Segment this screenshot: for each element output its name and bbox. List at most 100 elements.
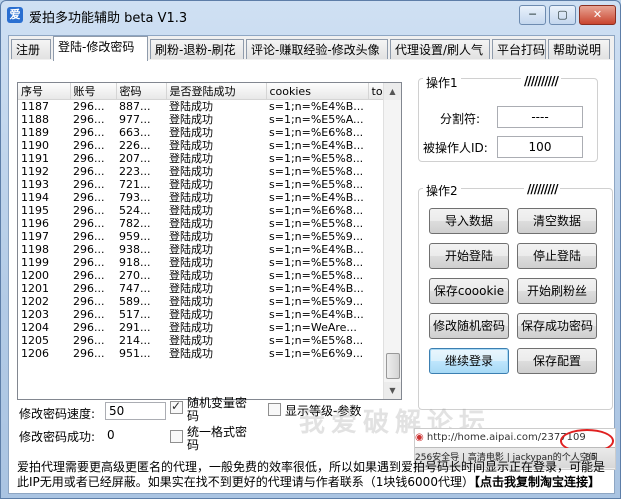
cell-cookies: s=1;n=%E5%8... [269, 269, 364, 282]
import-data-button[interactable]: 导入数据 [429, 208, 509, 234]
change-random-password-button[interactable]: 修改随机密码 [429, 313, 509, 339]
cell-cookies: s=1;n=%E5%8... [269, 217, 364, 230]
clear-data-button[interactable]: 清空数据 [517, 208, 597, 234]
copy-taobao-link[interactable]: 【点击我复制淘宝连接】 [474, 475, 600, 489]
table-row[interactable]: 1194 296... 793... 登陆成功 s=1;n=%E4%B... [18, 191, 398, 204]
cell-cookies: s=1;n=%E5%9... [269, 230, 364, 243]
random-password-checkbox[interactable] [170, 399, 183, 414]
maximize-button[interactable]: ▢ [549, 5, 576, 25]
table-row[interactable]: 1199 296... 918... 登陆成功 s=1;n=%E5%8... [18, 256, 398, 269]
col-header-index[interactable]: 序号 [18, 83, 71, 100]
cell-login-status: 登陆成功 [169, 178, 213, 191]
show-level-checkbox[interactable] [268, 403, 281, 416]
table-row[interactable]: 1201 296... 747... 登陆成功 s=1;n=%E4%B... [18, 282, 398, 295]
stop-login-button[interactable]: 停止登陆 [517, 243, 597, 269]
cell-account: 296... [73, 256, 105, 269]
uniform-password-checkbox[interactable] [170, 430, 183, 443]
tab-captcha[interactable]: 平台打码 [492, 39, 546, 59]
cell-login-status: 登陆成功 [169, 347, 213, 360]
cell-index: 1192 [21, 165, 49, 178]
login-panel: 序号 账号 密码 是否登陆成功 cookies tok 1187 296... 88… [9, 60, 616, 493]
col-header-password[interactable]: 密码 [116, 83, 167, 100]
browser-icon: ◉ [415, 432, 424, 443]
cell-password: 223... [119, 165, 151, 178]
table-row[interactable]: 1203 296... 517... 登陆成功 s=1;n=%E4%B... [18, 308, 398, 321]
cell-cookies: s=1;n=%E6%8... [269, 204, 364, 217]
table-row[interactable]: 1191 296... 207... 登陆成功 s=1;n=%E5%8... [18, 152, 398, 165]
table-row[interactable]: 1205 296... 214... 登陆成功 s=1;n=%E5%8... [18, 334, 398, 347]
cell-cookies: s=1;n=%E6%9... [269, 347, 364, 360]
cell-cookies: s=1;n=%E4%B... [269, 243, 364, 256]
table-row[interactable]: 1192 296... 223... 登陆成功 s=1;n=%E5%8... [18, 165, 398, 178]
table-row[interactable]: 1206 296... 951... 登陆成功 s=1;n=%E6%9... [18, 347, 398, 360]
start-fans-button[interactable]: 开始刷粉丝 [517, 278, 597, 304]
cell-login-status: 登陆成功 [169, 217, 213, 230]
start-login-button[interactable]: 开始登陆 [429, 243, 509, 269]
save-cookie-button[interactable]: 保存coookie [429, 278, 509, 304]
cell-cookies: s=1;n=%E5%8... [269, 165, 364, 178]
tab-comment[interactable]: 评论-赚取经验-修改头像 [246, 39, 388, 59]
cell-login-status: 登陆成功 [169, 243, 213, 256]
col-header-cookies[interactable]: cookies [266, 83, 369, 100]
cell-password: 782... [119, 217, 151, 230]
cell-login-status: 登陆成功 [169, 165, 213, 178]
cell-index: 1197 [21, 230, 49, 243]
cell-account: 296... [73, 100, 105, 113]
tab-register[interactable]: 注册 [11, 39, 51, 59]
minimize-button[interactable]: ─ [519, 5, 546, 25]
cell-login-status: 登陆成功 [169, 204, 213, 217]
scroll-thumb[interactable] [386, 353, 400, 379]
cell-login-status: 登陆成功 [169, 334, 213, 347]
table-row[interactable]: 1195 296... 524... 登陆成功 s=1;n=%E6%8... [18, 204, 398, 217]
table-row[interactable]: 1188 296... 977... 登陆成功 s=1;n=%E5%A... [18, 113, 398, 126]
close-button[interactable]: ✕ [579, 5, 616, 25]
cell-account: 296... [73, 334, 105, 347]
cell-account: 296... [73, 217, 105, 230]
col-header-login-status[interactable]: 是否登陆成功 [166, 83, 267, 100]
operator-id-input[interactable]: 100 [497, 136, 583, 158]
cell-index: 1188 [21, 113, 49, 126]
col-header-account[interactable]: 账号 [70, 83, 117, 100]
scroll-down-icon[interactable]: ▼ [384, 382, 401, 399]
table-row[interactable]: 1193 296... 721... 登陆成功 s=1;n=%E5%8... [18, 178, 398, 191]
cell-login-status: 登陆成功 [169, 282, 213, 295]
uniform-password-label: 统一格式密码 [187, 425, 248, 452]
tab-help[interactable]: 帮助说明 [548, 39, 610, 59]
cell-password: 721... [119, 178, 151, 191]
cell-index: 1187 [21, 100, 49, 113]
window-title: 爱拍多功能辅助 beta V1.3 [29, 11, 188, 26]
grid-vertical-scrollbar[interactable]: ▲ ▼ [383, 83, 401, 399]
table-row[interactable]: 1189 296... 663... 登陆成功 s=1;n=%E6%8... [18, 126, 398, 139]
table-row[interactable]: 1197 296... 959... 登陆成功 s=1;n=%E5%9... [18, 230, 398, 243]
cell-account: 296... [73, 165, 105, 178]
title-bar[interactable]: 爱 爱拍多功能辅助 beta V1.3 ─ ▢ ✕ [1, 1, 620, 29]
table-row[interactable]: 1198 296... 938... 登陆成功 s=1;n=%E4%B... [18, 243, 398, 256]
cell-index: 1200 [21, 269, 49, 282]
cell-index: 1203 [21, 308, 49, 321]
client-area: 注册 登陆-修改密码 刷粉-退粉-刷花 评论-赚取经验-修改头像 代理设置/刷人… [8, 35, 616, 494]
cell-account: 296... [73, 269, 105, 282]
separator-input[interactable]: ---- [497, 106, 583, 128]
account-grid[interactable]: 序号 账号 密码 是否登陆成功 cookies tok 1187 296... 88… [17, 82, 402, 400]
table-row[interactable]: 1190 296... 226... 登陆成功 s=1;n=%E4%B... [18, 139, 398, 152]
scroll-up-icon[interactable]: ▲ [384, 83, 401, 100]
table-row[interactable]: 1187 296... 887... 登陆成功 s=1;n=%E4%B... [18, 100, 398, 114]
table-row[interactable]: 1202 296... 589... 登陆成功 s=1;n=%E5%9... [18, 295, 398, 308]
save-config-button[interactable]: 保存配置 [517, 348, 597, 374]
continue-login-button[interactable]: 继续登录 [429, 348, 509, 374]
cell-account: 296... [73, 178, 105, 191]
tab-proxy[interactable]: 代理设置/刷人气 [390, 39, 490, 59]
cell-cookies: s=1;n=%E4%B... [269, 191, 364, 204]
save-success-password-button[interactable]: 保存成功密码 [517, 313, 597, 339]
cell-index: 1204 [21, 321, 49, 334]
tab-login-change-password[interactable]: 登陆-修改密码 [53, 36, 148, 61]
table-row[interactable]: 1196 296... 782... 登陆成功 s=1;n=%E5%8... [18, 217, 398, 230]
tab-fans[interactable]: 刷粉-退粉-刷花 [150, 39, 244, 59]
table-row[interactable]: 1200 296... 270... 登陆成功 s=1;n=%E5%8... [18, 269, 398, 282]
cell-password: 977... [119, 113, 151, 126]
table-row[interactable]: 1204 296... 291... 登陆成功 s=1;n=WeAre... [18, 321, 398, 334]
speed-input[interactable]: 50 [105, 402, 166, 420]
cell-index: 1193 [21, 178, 49, 191]
cell-index: 1202 [21, 295, 49, 308]
app-icon: 爱 [7, 7, 23, 23]
